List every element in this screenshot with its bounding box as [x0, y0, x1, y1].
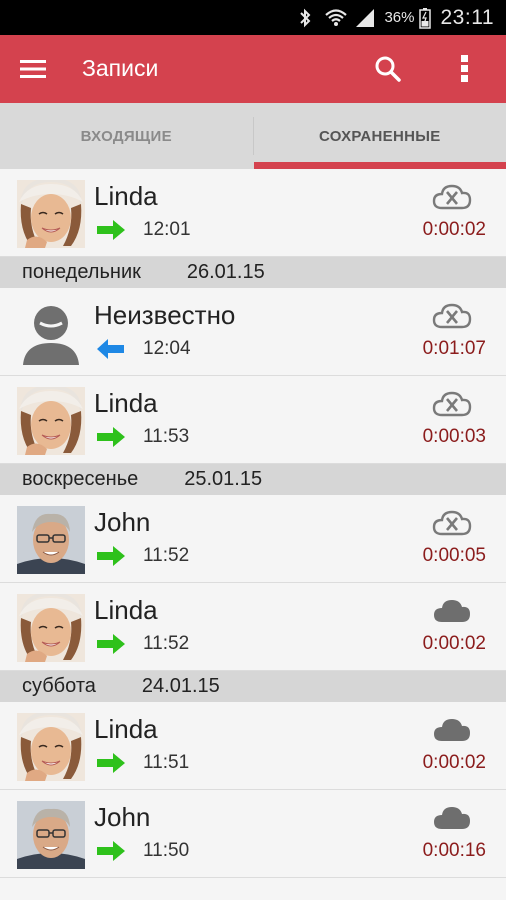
recording-row[interactable]: Linda 12:01 0:00:02: [0, 169, 506, 257]
date-header-date: 26.01.15: [186, 261, 265, 283]
incoming-call-arrow-icon: [96, 545, 126, 567]
call-time: 11:52: [143, 633, 190, 654]
avatar: [17, 299, 85, 367]
recording-row[interactable]: Неизвестно 12:04 0:01:07: [0, 288, 506, 376]
menu-icon[interactable]: [18, 55, 48, 83]
call-time: 11:51: [143, 752, 190, 773]
date-header: воскресенье 25.01.15: [0, 464, 506, 495]
date-header: понедельник 26.01.15: [0, 257, 506, 288]
incoming-call-arrow-icon: [96, 219, 126, 241]
date-header-date: 24.01.15: [141, 675, 220, 697]
call-time: 12:01: [143, 219, 191, 240]
contact-name: Linda: [94, 388, 158, 418]
app-bar: Записи: [0, 35, 506, 103]
tab-saved[interactable]: СОХРАНЕННЫЕ: [253, 103, 506, 169]
date-header: суббота 24.01.15: [0, 671, 506, 702]
avatar: [17, 713, 85, 781]
avatar: [17, 801, 85, 869]
tab-bar: ВХОДЯЩИЕ СОХРАНЕННЫЕ: [0, 103, 506, 169]
incoming-call-arrow-icon: [96, 752, 126, 774]
date-header-weekday: суббота: [22, 675, 96, 697]
recording-row[interactable]: Linda 11:52 0:00:02: [0, 583, 506, 671]
call-time: 11:53: [143, 426, 190, 447]
wifi-icon: [324, 7, 348, 29]
search-icon[interactable]: [372, 53, 404, 85]
call-duration: 0:00:05: [422, 545, 486, 566]
date-header-weekday: воскресенье: [22, 468, 139, 490]
tab-incoming[interactable]: ВХОДЯЩИЕ: [0, 103, 253, 169]
incoming-call-arrow-icon: [96, 840, 126, 862]
call-time: 11:50: [143, 840, 190, 861]
incoming-call-arrow-icon: [96, 426, 126, 448]
cloud-icon[interactable]: [432, 596, 472, 624]
call-duration: 0:00:02: [422, 752, 486, 773]
call-time: 12:04: [143, 338, 191, 359]
status-clock: 23:11: [440, 5, 494, 29]
recording-row[interactable]: Linda 11:53 0:00:03: [0, 376, 506, 464]
avatar: [17, 387, 85, 455]
battery-icon: [418, 7, 433, 29]
contact-name: John: [94, 507, 151, 537]
incoming-call-arrow-icon: [96, 633, 126, 655]
cloud-crossed-icon[interactable]: [432, 301, 472, 329]
cloud-crossed-icon[interactable]: [432, 508, 472, 536]
date-header-weekday: понедельник: [22, 261, 141, 283]
recording-row[interactable]: John 11:50 0:00:16: [0, 790, 506, 878]
cloud-crossed-icon[interactable]: [432, 389, 472, 417]
recording-row[interactable]: John 11:52 0:00:05: [0, 495, 506, 583]
avatar: [17, 594, 85, 662]
call-duration: 0:00:03: [422, 426, 486, 447]
call-duration: 0:01:07: [422, 338, 486, 359]
call-time: 11:52: [143, 545, 190, 566]
status-bar: 36% 23:11: [0, 0, 506, 35]
recordings-list: Linda 12:01 0:00:02 понедельник 26.01.15 Неиз…: [0, 169, 506, 878]
cloud-icon[interactable]: [432, 803, 472, 831]
avatar: [17, 506, 85, 574]
cloud-crossed-icon[interactable]: [432, 182, 472, 210]
contact-name: Linda: [94, 714, 158, 744]
date-header-date: 25.01.15: [184, 468, 263, 490]
signal-icon: [354, 7, 376, 29]
contact-name: Linda: [94, 595, 158, 625]
call-duration: 0:00:02: [422, 633, 486, 654]
avatar: [17, 180, 85, 248]
bluetooth-icon: [294, 7, 316, 29]
call-duration: 0:00:02: [422, 219, 486, 240]
outgoing-call-arrow-icon: [96, 338, 126, 360]
call-duration: 0:00:16: [422, 840, 486, 861]
recording-row[interactable]: Linda 11:51 0:00:02: [0, 702, 506, 790]
battery-percent: 36%: [384, 9, 415, 26]
cloud-icon[interactable]: [432, 715, 472, 743]
contact-name: John: [94, 802, 151, 832]
contact-name: Неизвестно: [94, 300, 236, 330]
page-title: Записи: [82, 55, 159, 81]
contact-name: Linda: [94, 181, 158, 211]
more-vert-icon[interactable]: [452, 51, 478, 87]
